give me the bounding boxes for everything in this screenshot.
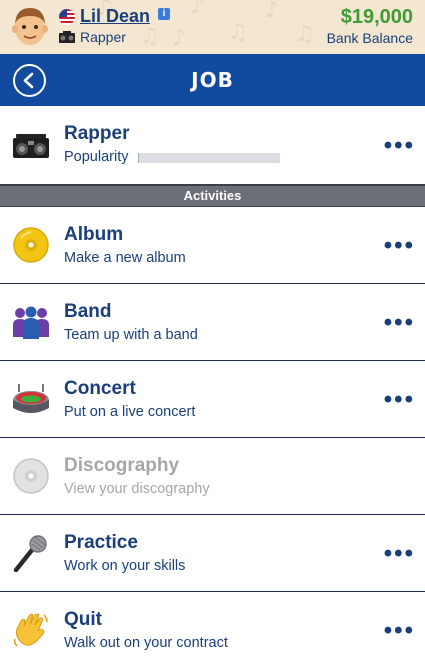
job-title: Rapper (64, 123, 130, 144)
disc-icon (13, 458, 49, 494)
waving-hand-icon (14, 613, 48, 647)
activity-subtitle: Team up with a band (64, 327, 198, 343)
bank-balance-label: Bank Balance (326, 30, 413, 46)
activity-row-band[interactable]: Band Team up with a band ••• (0, 284, 425, 361)
more-options-button[interactable]: ••• (384, 617, 415, 645)
page-title: JOB (191, 68, 234, 92)
popularity-bar-fill (138, 153, 140, 163)
section-header-activities: Activities (0, 184, 425, 207)
activity-title: Band (64, 301, 112, 322)
popularity-label: Popularity (64, 149, 129, 165)
boombox-icon (13, 134, 49, 158)
info-icon[interactable]: i (158, 8, 170, 20)
more-options-button[interactable]: ••• (384, 132, 415, 160)
us-flag-icon (59, 9, 75, 25)
activity-subtitle: Make a new album (64, 250, 186, 266)
activity-title: Discography (64, 455, 180, 476)
activity-row-quit[interactable]: Quit Walk out on your contract ••• (0, 592, 425, 669)
boombox-icon (59, 31, 75, 43)
activity-row-practice[interactable]: Practice Work on your skills ••• (0, 515, 425, 592)
stadium-icon (13, 384, 49, 413)
activity-row-discography[interactable]: Discography View your discography (0, 438, 425, 515)
activity-title: Practice (64, 532, 138, 553)
activity-title: Quit (64, 609, 102, 630)
current-job-row[interactable]: Rapper Popularity ••• (0, 106, 425, 184)
microphone-icon (13, 535, 47, 572)
activity-subtitle: Walk out on your contract (64, 635, 228, 651)
page-header: JOB (0, 54, 425, 106)
character-name[interactable]: Lil Dean (80, 6, 150, 27)
activity-title: Album (64, 224, 124, 245)
avatar[interactable] (10, 4, 50, 48)
occupation-label: Rapper (80, 29, 126, 45)
activity-subtitle: Put on a live concert (64, 404, 196, 420)
cd-icon (13, 227, 49, 263)
activity-title: Concert (64, 378, 136, 399)
activity-subtitle: View your discography (64, 481, 210, 497)
bank-balance-value: $19,000 (340, 6, 413, 28)
more-options-button[interactable]: ••• (384, 386, 415, 414)
activity-subtitle: Work on your skills (64, 558, 186, 574)
activity-row-concert[interactable]: Concert Put on a live concert ••• (0, 361, 425, 438)
profile-bar: ♫ ♪ ♫ ♪ ♪ ♫ ♫ Lil Dean i Rapper $19,000 … (0, 0, 425, 54)
more-options-button[interactable]: ••• (384, 540, 415, 568)
more-options-button[interactable]: ••• (384, 232, 415, 260)
band-people-icon (13, 306, 49, 339)
activity-row-album[interactable]: Album Make a new album ••• (0, 207, 425, 284)
more-options-button[interactable]: ••• (384, 309, 415, 337)
popularity-bar (138, 153, 280, 163)
